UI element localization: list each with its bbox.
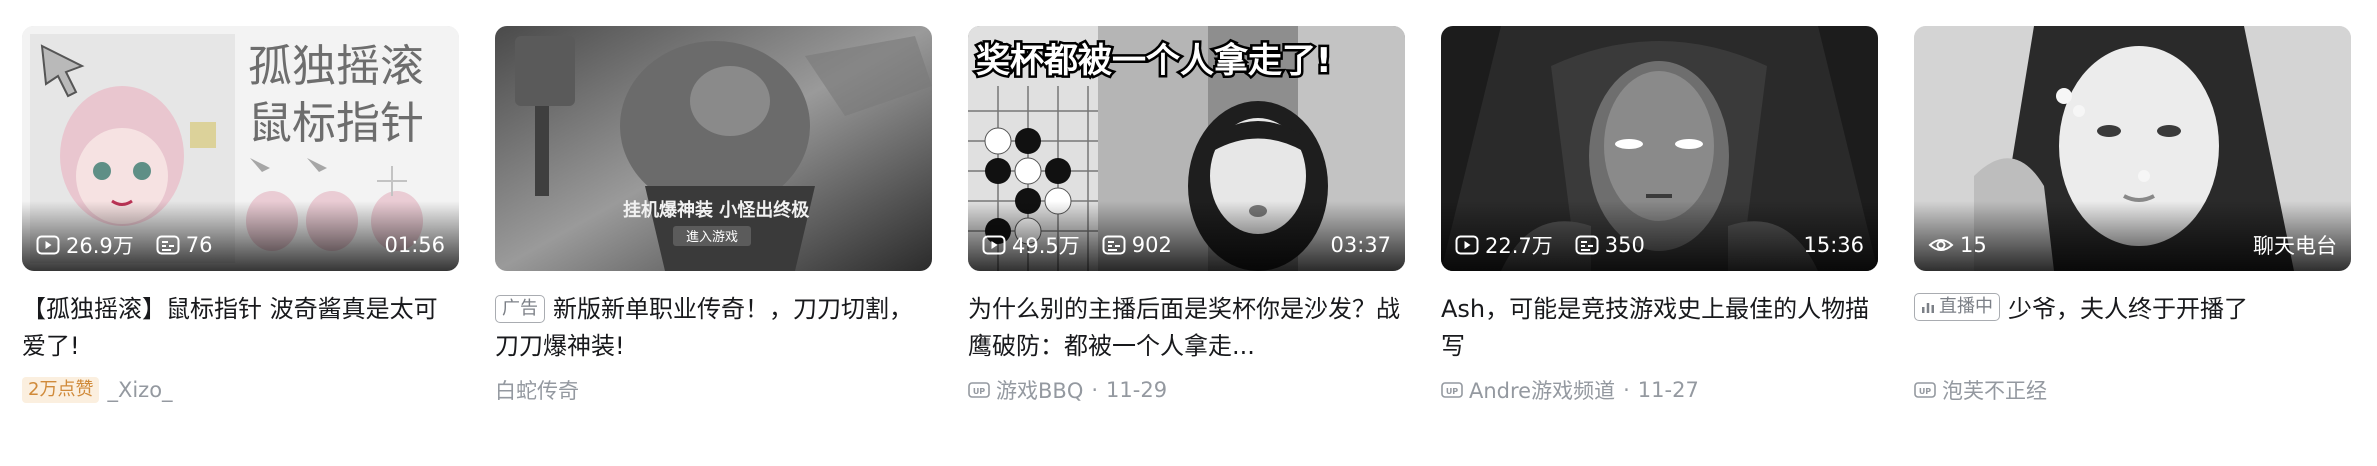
- video-duration: 03:37: [1330, 233, 1391, 257]
- video-thumbnail[interactable]: 孤独摇滚 鼠标指针 26.9万 76 01:56: [22, 26, 459, 271]
- view-count-value: 49.5万: [1012, 234, 1080, 258]
- live-stats-bar: 15 聊天电台: [1928, 229, 2337, 261]
- thumbnail-artwork: 挂机爆神装 小怪出终极 進入游戏: [495, 26, 932, 271]
- video-title-text: 为什么别的主播后面是奖杯你是沙发？战鹰破防：都被一个人拿走...: [968, 295, 1400, 360]
- video-feed-row: 孤独摇滚 鼠标指针 26.9万 76 01:56 【孤独摇滚】鼠标指针 波奇酱真…: [22, 26, 2355, 405]
- video-meta: 白蛇传奇: [495, 375, 932, 405]
- danmaku-icon: [156, 235, 180, 255]
- svg-text:UP: UP: [1446, 387, 1458, 396]
- live-thumbnail[interactable]: 15 聊天电台: [1914, 26, 2351, 271]
- video-title[interactable]: 广告 新版新单职业传奇！，刀刀切割，刀刀爆神装!: [495, 291, 932, 365]
- live-badge-label: 直播中: [1939, 296, 1993, 317]
- author-name[interactable]: Andre游戏频道: [1469, 375, 1615, 405]
- thumbnail-caption: 奖杯都被一个人拿走了!: [976, 41, 1332, 81]
- meta-separator: ·: [1623, 378, 1630, 402]
- play-count-icon: [1455, 235, 1479, 255]
- author-name[interactable]: 泡芙不正经: [1942, 375, 2047, 405]
- viewer-count: 15: [1928, 233, 1987, 257]
- author-name[interactable]: 白蛇传奇: [495, 375, 579, 405]
- danmaku-icon: [1575, 235, 1599, 255]
- up-icon: UP: [1914, 382, 1936, 398]
- svg-text:UP: UP: [973, 387, 985, 396]
- video-title[interactable]: Ash，可能是竞技游戏史上最佳的人物描写: [1441, 291, 1878, 365]
- video-title[interactable]: 直播中 少爷，夫人终于开播了: [1914, 291, 2351, 365]
- video-stats-bar: 26.9万 76 01:56: [36, 229, 445, 261]
- live-bars-icon: [1922, 303, 1934, 313]
- video-duration: 01:56: [384, 233, 445, 257]
- video-stats-bar: 22.7万 350 15:36: [1455, 229, 1864, 261]
- video-title-text: 新版新单职业传奇！，刀刀切割，刀刀爆神装!: [495, 295, 913, 360]
- view-count-value: 22.7万: [1485, 234, 1553, 258]
- video-title[interactable]: 为什么别的主播后面是奖杯你是沙发？战鹰破防：都被一个人拿走...: [968, 291, 1405, 365]
- view-count: 22.7万: [1455, 230, 1553, 260]
- view-count-value: 26.9万: [66, 234, 134, 258]
- author-name[interactable]: 游戏BBQ: [996, 375, 1083, 405]
- ad-badge: 广告: [495, 295, 545, 323]
- play-count-icon: [982, 235, 1006, 255]
- thumbnail-caption-line-2: 鼠标指针: [248, 98, 424, 149]
- author-name[interactable]: _Xizo_: [107, 378, 172, 402]
- publish-date: 11-29: [1106, 378, 1168, 402]
- view-count: 26.9万: [36, 230, 134, 260]
- viewer-count-value: 15: [1960, 233, 1987, 257]
- thumbnail-caption-line-1: 孤独摇滚: [248, 41, 424, 92]
- view-count: 49.5万: [982, 230, 1080, 260]
- danmaku-count-value: 350: [1604, 233, 1645, 257]
- svg-text:UP: UP: [1919, 387, 1931, 396]
- thumbnail-caption-line-1: 挂机爆神装 小怪出终极: [623, 199, 810, 221]
- live-card[interactable]: 15 聊天电台 直播中 少爷，夫人终于开播了 UP 泡芙不正经: [1914, 26, 2351, 405]
- video-meta: UP 泡芙不正经: [1914, 375, 2351, 405]
- video-title-text: Ash，可能是竞技游戏史上最佳的人物描写: [1441, 295, 1870, 360]
- danmaku-icon: [1102, 235, 1126, 255]
- ad-card[interactable]: 挂机爆神装 小怪出终极 進入游戏 广告 新版新单职业传奇！，刀刀切割，刀刀爆神装!…: [495, 26, 932, 405]
- video-thumbnail[interactable]: 22.7万 350 15:36: [1441, 26, 1878, 271]
- video-stats-bar: 49.5万 902 03:37: [982, 229, 1391, 261]
- danmaku-count: 902: [1102, 233, 1172, 257]
- danmaku-count: 76: [156, 233, 213, 257]
- play-count-icon: [36, 235, 60, 255]
- video-thumbnail[interactable]: 挂机爆神装 小怪出终极 進入游戏: [495, 26, 932, 271]
- likes-badge: 2万点赞: [22, 377, 100, 403]
- danmaku-count-value: 902: [1131, 233, 1172, 257]
- video-card[interactable]: 孤独摇滚 鼠标指针 26.9万 76 01:56 【孤独摇滚】鼠标指针 波奇酱真…: [22, 26, 459, 405]
- video-meta: 2万点赞 _Xizo_: [22, 375, 459, 405]
- danmaku-count: 350: [1575, 233, 1645, 257]
- publish-date: 11-27: [1637, 378, 1699, 402]
- danmaku-count-value: 76: [185, 233, 213, 257]
- video-title-text: 【孤独摇滚】鼠标指针 波奇酱真是太可爱了!: [22, 295, 438, 360]
- up-icon: UP: [968, 382, 990, 398]
- video-thumbnail[interactable]: 奖杯都被一个人拿走了! 49.5万 902 03:37: [968, 26, 1405, 271]
- video-title[interactable]: 【孤独摇滚】鼠标指针 波奇酱真是太可爱了!: [22, 291, 459, 365]
- video-meta: UP Andre游戏频道 · 11-27: [1441, 375, 1878, 405]
- video-meta: UP 游戏BBQ · 11-29: [968, 375, 1405, 405]
- video-title-text: 少爷，夫人终于开播了: [2008, 295, 2248, 323]
- meta-separator: ·: [1091, 378, 1099, 402]
- video-card[interactable]: 奖杯都被一个人拿走了! 49.5万 902 03:37 为什么别的主播后面是奖杯…: [968, 26, 1405, 405]
- video-card[interactable]: 22.7万 350 15:36 Ash，可能是竞技游戏史上最佳的人物描写 UP: [1441, 26, 1878, 405]
- up-icon: UP: [1441, 382, 1463, 398]
- eye-icon: [1928, 239, 1954, 251]
- live-badge: 直播中: [1914, 293, 2000, 321]
- video-duration: 15:36: [1803, 233, 1864, 257]
- thumbnail-caption-line-2: 進入游戏: [686, 230, 738, 245]
- live-category: 聊天电台: [2253, 234, 2337, 258]
